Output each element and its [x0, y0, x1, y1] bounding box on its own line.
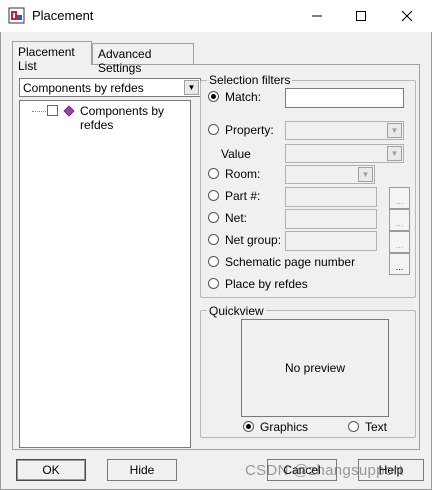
property-radio[interactable] — [208, 124, 219, 135]
chevron-down-icon[interactable]: ▼ — [358, 167, 373, 182]
list-type-value: Components by refdes — [23, 81, 144, 95]
room-radio[interactable] — [208, 168, 219, 179]
text-label: Text — [365, 420, 388, 434]
watermark-text: CSDN @zhangsupport — [245, 462, 404, 479]
preview-text: No preview — [284, 361, 346, 375]
ok-button[interactable]: OK — [16, 459, 86, 481]
net-input[interactable] — [285, 209, 377, 229]
quickview-preview: No preview — [241, 319, 389, 417]
netgroup-browse-button[interactable]: ... — [389, 231, 410, 253]
value-combo[interactable]: ▼ — [285, 144, 404, 163]
tab-advanced-settings[interactable]: Advanced Settings — [92, 43, 194, 75]
close-icon — [401, 10, 413, 22]
chevron-down-icon[interactable]: ▼ — [184, 80, 199, 95]
room-label: Room: — [225, 167, 261, 181]
minimize-icon — [312, 15, 322, 17]
room-combo[interactable]: ▼ — [285, 165, 375, 184]
match-input[interactable] — [285, 88, 404, 108]
partnum-radio[interactable] — [208, 190, 219, 201]
schematic-page-radio[interactable] — [208, 256, 219, 267]
schematic-page-browse-button[interactable]: ... — [389, 253, 410, 275]
place-by-refdes-label: Place by refdes — [225, 277, 308, 291]
minimize-button[interactable] — [294, 0, 340, 32]
netgroup-input[interactable] — [285, 231, 377, 251]
partnum-input[interactable] — [285, 187, 377, 207]
netgroup-label: Net group: — [225, 233, 282, 247]
graphics-label: Graphics — [260, 420, 309, 434]
component-icon — [63, 105, 75, 117]
netgroup-radio[interactable] — [208, 234, 219, 245]
quickview-title: Quickview — [207, 304, 266, 318]
value-label: Value — [221, 147, 251, 161]
schematic-page-label: Schematic page number — [225, 255, 356, 269]
close-button[interactable] — [384, 0, 430, 32]
selection-filters-title: Selection filters — [207, 73, 293, 87]
maximize-icon — [356, 11, 366, 21]
net-radio[interactable] — [208, 212, 219, 223]
property-label: Property: — [225, 123, 274, 137]
maximize-button[interactable] — [338, 0, 384, 32]
text-radio[interactable] — [348, 421, 359, 432]
chevron-down-icon[interactable]: ▼ — [387, 123, 402, 138]
match-radio[interactable] — [208, 91, 219, 102]
tab-placement-list[interactable]: Placement List — [12, 41, 92, 73]
tree-item-checkbox[interactable] — [47, 105, 58, 116]
property-combo[interactable]: ▼ — [285, 121, 404, 140]
tree-item-label[interactable]: Components by refdes — [80, 104, 190, 132]
place-by-refdes-radio[interactable] — [208, 278, 219, 289]
match-label: Match: — [225, 90, 262, 104]
net-browse-button[interactable]: ... — [389, 209, 410, 231]
hide-button[interactable]: Hide — [107, 459, 177, 481]
partnum-label: Part #: — [225, 189, 261, 203]
app-icon — [8, 7, 25, 24]
net-label: Net: — [225, 211, 248, 225]
chevron-down-icon[interactable]: ▼ — [387, 146, 402, 161]
partnum-browse-button[interactable]: ... — [389, 187, 410, 209]
graphics-radio[interactable] — [243, 421, 254, 432]
list-type-combo[interactable]: Components by refdes ▼ — [19, 78, 201, 97]
tree-connector — [32, 111, 46, 112]
window-title: Placement — [32, 8, 94, 23]
components-tree[interactable]: Components by refdes — [19, 100, 191, 448]
